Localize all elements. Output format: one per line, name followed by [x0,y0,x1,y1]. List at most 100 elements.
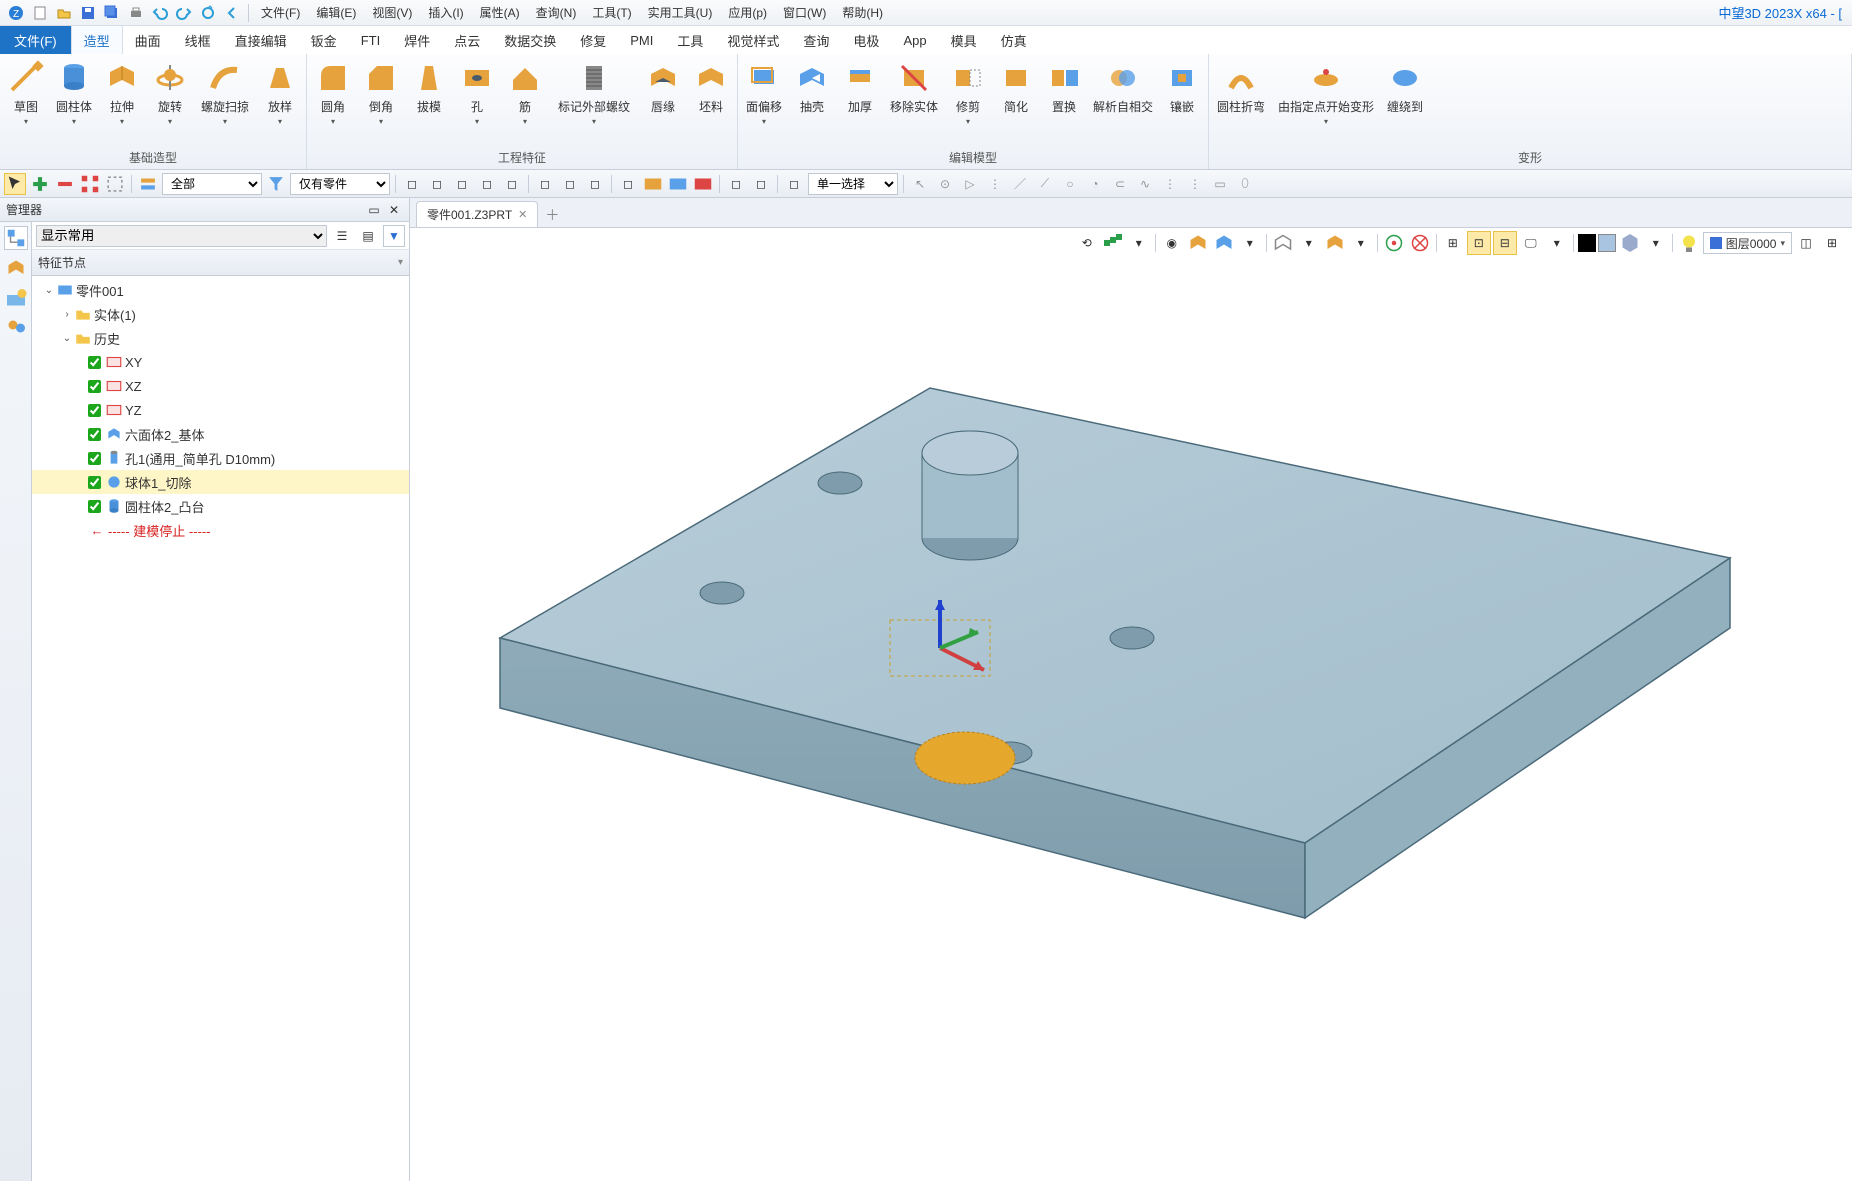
filter-all-select[interactable]: 全部 [162,173,262,195]
tool-icon[interactable]: ◻ [401,173,423,195]
selfint-button[interactable]: 解析自相交 [1088,56,1158,119]
layer-select[interactable]: 图层0000 ▾ [1703,232,1792,254]
prev-icon[interactable] [221,2,243,24]
xray-icon[interactable] [1408,231,1432,255]
ribbon-tab[interactable]: 线框 [173,26,223,54]
filter-parts-select[interactable]: 仅有零件 [290,173,390,195]
ribbon-tab[interactable]: 焊件 [392,26,442,54]
menu-help[interactable]: 帮助(H) [834,0,891,25]
menu-tools[interactable]: 工具(T) [584,0,639,25]
caret-icon[interactable]: ⌄ [60,331,74,345]
display-filter-select[interactable]: 显示常用 [36,225,327,247]
selmode-select[interactable]: 单一选择 [808,173,898,195]
file-button[interactable]: 文件(F) [0,26,71,54]
add-icon[interactable] [29,173,51,195]
view-icon[interactable]: ◫ [1794,231,1818,255]
app-icon[interactable]: Z [5,2,27,24]
ribbon-tab[interactable]: 钣金 [299,26,349,54]
add-tab-button[interactable]: ＋ [540,203,564,227]
curve-icon[interactable]: ○ [1059,173,1081,195]
ribbon-tab[interactable]: 点云 [442,26,492,54]
close-tab-icon[interactable]: ✕ [518,208,527,221]
filter-btn-icon[interactable]: ☰ [331,225,353,247]
users-tab-icon[interactable] [4,316,28,340]
tool-icon[interactable]: ◻ [725,173,747,195]
grid-icon[interactable]: ⊞ [1441,231,1465,255]
tree-root[interactable]: ⌄ 零件001 [32,278,409,302]
snap-icon[interactable]: ⊡ [1467,231,1491,255]
tree-item-cyl[interactable]: 圆柱体2_凸台 [32,494,409,518]
shell-button[interactable]: 抽壳 [788,56,836,119]
partfilt-icon[interactable] [265,173,287,195]
cylbend-button[interactable]: 圆柱折弯 [1211,56,1271,119]
fillet-button[interactable]: 圆角▾ [309,56,357,130]
replace-button[interactable]: 置换 [1040,56,1088,119]
ribbon-tab[interactable]: PMI [618,26,665,54]
ribbon-tab[interactable]: 仿真 [989,26,1039,54]
grid-icon[interactable] [79,173,101,195]
rib-button[interactable]: 筋▾ [501,56,549,130]
loft-button[interactable]: 放样▾ [256,56,304,130]
curve-icon[interactable]: ⋮ [984,173,1006,195]
tree-stop[interactable]: ← ----- 建模停止 ----- [32,518,409,542]
ribbon-tab[interactable]: App [891,26,938,54]
view-icon[interactable]: ⊞ [1820,231,1844,255]
feature-tree[interactable]: ⌄ 零件001 › 实体(1) ⌄ 历史 [32,276,409,1181]
curve-icon[interactable]: ◔ [1084,173,1106,195]
cube-icon[interactable] [1186,231,1210,255]
dd-icon[interactable]: ▾ [1644,231,1668,255]
view-icon[interactable] [1101,231,1125,255]
dd-icon[interactable]: ▾ [1127,231,1151,255]
ribbon-tab[interactable]: 直接编辑 [223,26,299,54]
rect-icon[interactable] [104,173,126,195]
ribbon-tab[interactable]: 模具 [939,26,989,54]
tool-icon[interactable]: ◻ [501,173,523,195]
undo-icon[interactable] [149,2,171,24]
curve-icon[interactable]: ▷ [959,173,981,195]
offset-button[interactable]: 面偏移▾ [740,56,788,130]
tool-icon[interactable]: ◻ [476,173,498,195]
thicken-button[interactable]: 加厚 [836,56,884,119]
curve-icon[interactable]: ∿ [1134,173,1156,195]
cylinder-button[interactable]: 圆柱体▾ [50,56,98,130]
visibility-checkbox[interactable] [88,452,101,465]
tree-item-sphere[interactable]: 球体1_切除 [32,470,409,494]
visibility-checkbox[interactable] [88,380,101,393]
view-icon[interactable]: ◉ [1160,231,1184,255]
layers-icon[interactable] [137,173,159,195]
curve-icon[interactable]: ⊙ [934,173,956,195]
visibility-checkbox[interactable] [88,404,101,417]
cube-tab-icon[interactable] [4,256,28,280]
saveall-icon[interactable] [101,2,123,24]
save-icon[interactable] [77,2,99,24]
tool-icon[interactable]: ◻ [750,173,772,195]
tool-icon[interactable]: ◻ [783,173,805,195]
tree-tab-icon[interactable] [4,226,28,250]
ribbon-tab[interactable]: 曲面 [123,26,173,54]
menu-edit[interactable]: 编辑(E) [308,0,364,25]
material-icon[interactable] [1618,231,1642,255]
tool-icon[interactable]: ◻ [534,173,556,195]
menu-attr[interactable]: 属性(A) [472,0,528,25]
dd-icon[interactable]: ▾ [1297,231,1321,255]
wire-icon[interactable] [1271,231,1295,255]
dock-icon[interactable]: ▭ [365,201,383,219]
target-icon[interactable] [1382,231,1406,255]
refresh-icon[interactable] [197,2,219,24]
redo-icon[interactable] [173,2,195,24]
select-icon[interactable] [4,173,26,195]
ribbon-tab[interactable]: 视觉样式 [715,26,791,54]
dd-icon[interactable]: ▾ [1349,231,1373,255]
tool-icon[interactable]: ◻ [617,173,639,195]
curve-icon[interactable]: ⟋ [1034,173,1056,195]
tree-item-xz[interactable]: XZ [32,374,409,398]
trim-button[interactable]: 修剪▾ [944,56,992,130]
menu-query[interactable]: 查询(N) [528,0,585,25]
curve-icon[interactable]: ⋮ [1159,173,1181,195]
menu-insert[interactable]: 插入(I) [420,0,471,25]
caret-icon[interactable]: ⌄ [42,283,56,297]
menu-window[interactable]: 窗口(W) [775,0,834,25]
lip-button[interactable]: 唇缘 [639,56,687,119]
visibility-checkbox[interactable] [88,476,101,489]
ribbon-tab[interactable]: 工具 [665,26,715,54]
